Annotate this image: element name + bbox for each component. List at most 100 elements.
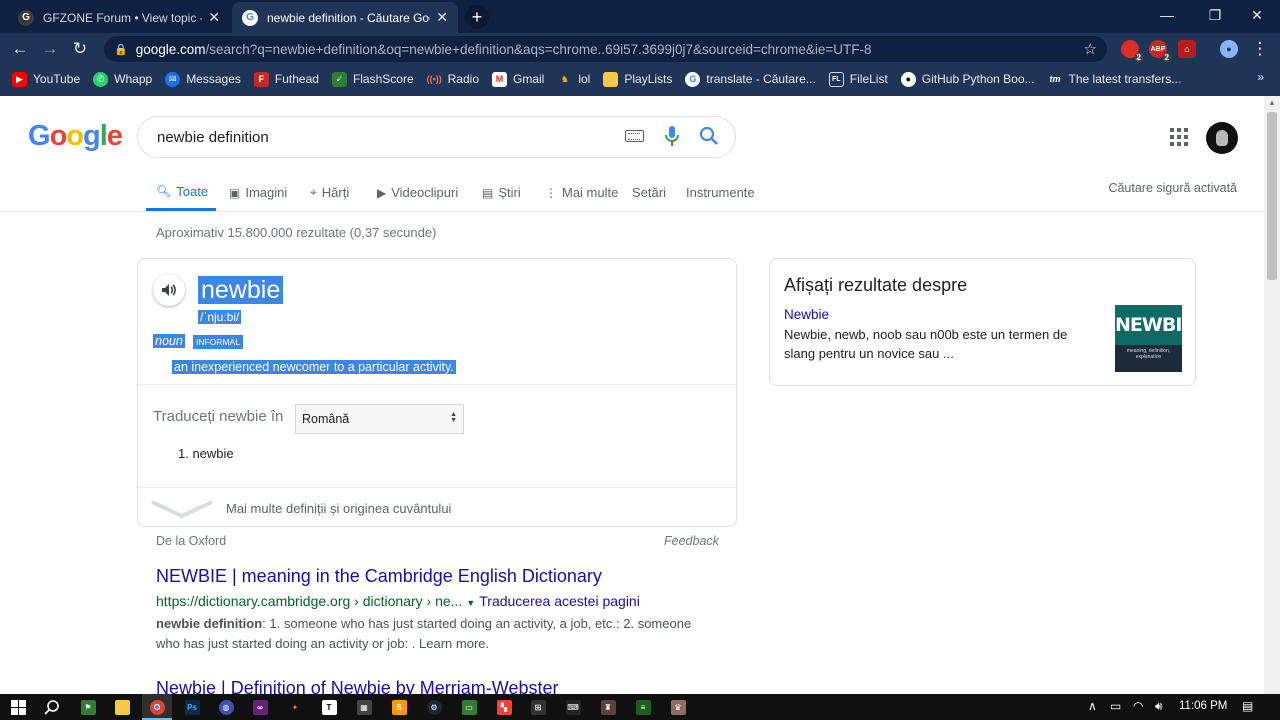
bookmark-messages[interactable]: ✉ Messages [165, 71, 241, 87]
forward-arrow-icon[interactable]: → [38, 37, 62, 61]
safe-search-status[interactable]: Căutare sigură activată [1108, 181, 1237, 195]
chrome-icon[interactable] [147, 697, 167, 717]
menu-kebab-icon[interactable]: ⋮ [1248, 37, 1272, 61]
notifications-icon[interactable]: ▤ [1242, 699, 1253, 713]
url-dropdown-icon[interactable]: ▼ [466, 598, 475, 608]
pinned-app-icon[interactable]: ≡ [633, 697, 653, 717]
bookmark-github[interactable]: ● GitHub Python Boo... [900, 71, 1035, 87]
new-tab-button[interactable]: + [465, 5, 489, 29]
pinned-app-icon[interactable]: ♛ [668, 697, 688, 717]
bookmark-star-icon[interactable]: ☆ [1084, 40, 1097, 58]
feedback-link[interactable]: Feedback [664, 534, 719, 548]
translate-page-link[interactable]: Traducerea acestei pagini [479, 593, 640, 609]
result-title-link[interactable]: Newbie | Definition of Newbie by Merriam… [156, 678, 559, 694]
search-icon[interactable] [42, 697, 62, 717]
knowledge-panel-link[interactable]: Newbie [784, 307, 829, 322]
page-scrollbar[interactable]: ▲ [1264, 96, 1280, 694]
profile-icon[interactable]: ● [1220, 40, 1238, 58]
bookmark-transfermarkt[interactable]: tm The latest transfers... [1048, 72, 1182, 87]
search-button-icon[interactable] [698, 125, 720, 147]
tab-all[interactable]: 🔍︎ Toate [146, 174, 216, 211]
adblock-icon[interactable]: ABP 2 [1149, 40, 1171, 62]
pinned-app-icon[interactable]: ♜ [598, 697, 618, 717]
bookmark-whapp[interactable]: ✆ Whapp [93, 71, 152, 87]
browser-tab-gfzone[interactable]: G GFZONE Forum • View topic - Re ✕ [8, 2, 230, 33]
chevron-down-icon[interactable] [150, 498, 214, 520]
pinned-app-icon[interactable]: ▦ [354, 697, 374, 717]
restore-icon[interactable]: ❐ [1192, 0, 1238, 30]
bookmark-futhead[interactable]: F Futhead [253, 71, 319, 87]
bookmark-radio[interactable]: ((•)) Radio [427, 72, 479, 87]
pinned-app-icon[interactable]: ▚ [494, 697, 514, 717]
tab-settings[interactable]: Setări [632, 174, 666, 211]
flashscore-icon: ✓ [331, 71, 347, 87]
close-tab-icon[interactable]: ✕ [208, 9, 220, 26]
register-label: INFORMAL [193, 335, 243, 349]
volume-icon[interactable]: 🔊︎ [1155, 699, 1163, 714]
windows-start-icon[interactable] [8, 697, 28, 717]
tab-news[interactable]: ▤ Știri [482, 174, 521, 211]
bookmark-playlists[interactable]: PlayLists [603, 71, 672, 87]
url-path: /search?q=newbie+definition&oq=newbie+de… [205, 41, 872, 57]
close-tab-icon[interactable]: ✕ [436, 9, 448, 26]
pinned-app-icon[interactable]: ⊞ [528, 697, 548, 717]
reload-icon[interactable]: ↻ [68, 37, 92, 61]
pinned-app-icon[interactable]: ⌨ [563, 697, 583, 717]
bookmark-gmail[interactable]: M Gmail [492, 71, 544, 87]
tab-images[interactable]: ▣ Imagini [229, 174, 287, 211]
tray-expand-icon[interactable]: ∧ [1088, 699, 1097, 713]
battery-icon[interactable]: ▭ [1110, 699, 1121, 713]
keyboard-icon[interactable] [625, 130, 644, 142]
pinned-app-icon[interactable]: T [319, 697, 339, 717]
bookmark-flashscore[interactable]: ✓ FlashScore [331, 71, 414, 87]
wifi-icon[interactable]: ◠ [1133, 699, 1143, 713]
account-avatar[interactable] [1206, 122, 1238, 154]
globe-app-icon[interactable]: ◍ [216, 697, 236, 717]
scroll-up-icon[interactable]: ▲ [1268, 98, 1276, 107]
google-icon: G [685, 71, 701, 87]
close-window-icon[interactable]: ✕ [1234, 0, 1280, 30]
bookmark-lol[interactable]: ♞ lol [557, 72, 591, 87]
bookmark-label: Futhead [274, 72, 319, 86]
bookmark-youtube[interactable]: ▶ YouTube [12, 71, 80, 87]
browser-tab-google[interactable]: G newbie definition - Căutare Goog ✕ [232, 2, 458, 33]
tab-maps[interactable]: ⌖ Hărți [310, 174, 349, 211]
language-select[interactable]: Română ▲ ▼ [295, 404, 464, 434]
pinned-app-icon[interactable]: ✦ [285, 697, 305, 717]
tab-videos[interactable]: ▶ Videoclipuri [377, 174, 458, 211]
sublime-icon[interactable]: S [389, 697, 409, 717]
google-logo[interactable]: Google [28, 120, 123, 153]
minimize-icon[interactable]: — [1144, 0, 1190, 30]
file-explorer-icon[interactable] [112, 697, 132, 717]
tab-more[interactable]: ⋮ Mai multe [545, 174, 618, 211]
pdf-extension-icon[interactable]: ⌂ [1178, 40, 1196, 58]
dictionary-word: newbie [198, 276, 284, 304]
knowledge-panel-image[interactable]: NEWBIE meaning, definition, explanation [1115, 305, 1194, 372]
speaker-button[interactable] [153, 274, 185, 306]
image-caption: meaning, definition, explanation [1126, 348, 1171, 360]
lol-icon: ♞ [560, 73, 569, 84]
result-title-link[interactable]: NEWBIE | meaning in the Cambridge Englis… [156, 566, 602, 587]
pinned-app-icon[interactable]: ⚑ [78, 697, 98, 717]
scrollbar-thumb[interactable] [1267, 112, 1277, 280]
more-definitions-link[interactable]: Mai multe definiții și originea cuvântul… [226, 501, 451, 516]
tab-tools[interactable]: Instrumente [686, 174, 755, 211]
photoshop-icon[interactable]: Ps [182, 697, 202, 717]
back-arrow-icon[interactable]: ← [8, 37, 32, 61]
system-clock[interactable]: 11:06 PM [1179, 700, 1227, 712]
visual-studio-icon[interactable]: ∞ [250, 697, 270, 717]
steam-icon[interactable]: ⚙ [424, 697, 444, 717]
tab-label: Imagini [245, 185, 288, 200]
extension-shield-icon[interactable]: 2 [1121, 40, 1143, 62]
bookmark-filelist[interactable]: FL FileList [828, 71, 888, 87]
address-bar[interactable]: 🔒 google.com /search?q=newbie+definition… [104, 36, 1107, 62]
apps-grid-icon[interactable] [1170, 128, 1188, 146]
search-input[interactable]: newbie definition [137, 116, 736, 158]
microphone-icon[interactable] [665, 126, 679, 146]
knowledge-panel-heading: Afișați rezultate despre [784, 275, 968, 295]
bookmark-translate[interactable]: Gtranslate - Căutare... [685, 71, 816, 87]
bookmarks-overflow-icon[interactable]: » [1257, 70, 1264, 84]
pinned-app-icon[interactable]: ▭ [459, 697, 479, 717]
result-url-text[interactable]: https://dictionary.cambridge.org › dicti… [156, 593, 462, 609]
news-icon: ▤ [482, 185, 494, 200]
